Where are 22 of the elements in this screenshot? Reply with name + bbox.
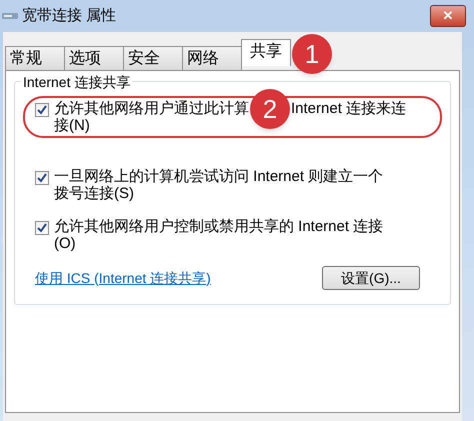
check-icon: [37, 173, 47, 183]
annotation-badge: 1: [292, 34, 332, 74]
checkbox[interactable]: [35, 171, 49, 185]
modem-icon: [2, 12, 18, 20]
checkbox[interactable]: [35, 103, 49, 117]
checkbox-label: 接(N): [54, 117, 90, 134]
checkbox-label: Internet 连接来连: [291, 100, 406, 117]
tab[interactable]: 选项: [64, 46, 124, 70]
checkbox-label: 一旦网络上的计算机尝试访问 Internet 则建立一个拨号连接(S): [54, 168, 384, 202]
checkbox[interactable]: [35, 221, 49, 235]
checkbox-label: 允许其他网络用户通过此计算: [54, 100, 249, 117]
tab[interactable]: 安全: [123, 46, 183, 70]
ics-link[interactable]: 使用 ICS (Internet 连接共享): [35, 268, 211, 288]
check-icon: [37, 105, 47, 115]
settings-button[interactable]: 设置(G)...: [322, 266, 420, 290]
tab[interactable]: 网络: [182, 46, 242, 70]
window-title: 宽带连接 属性: [22, 6, 116, 26]
tab[interactable]: 常规: [5, 46, 65, 70]
check-icon: [37, 223, 47, 233]
tab[interactable]: 共享: [241, 39, 291, 66]
checkbox-label: 允许其他网络用户控制或禁用共享的 Internet 连接(O): [54, 218, 384, 252]
annotation-badge: 2: [250, 89, 290, 130]
